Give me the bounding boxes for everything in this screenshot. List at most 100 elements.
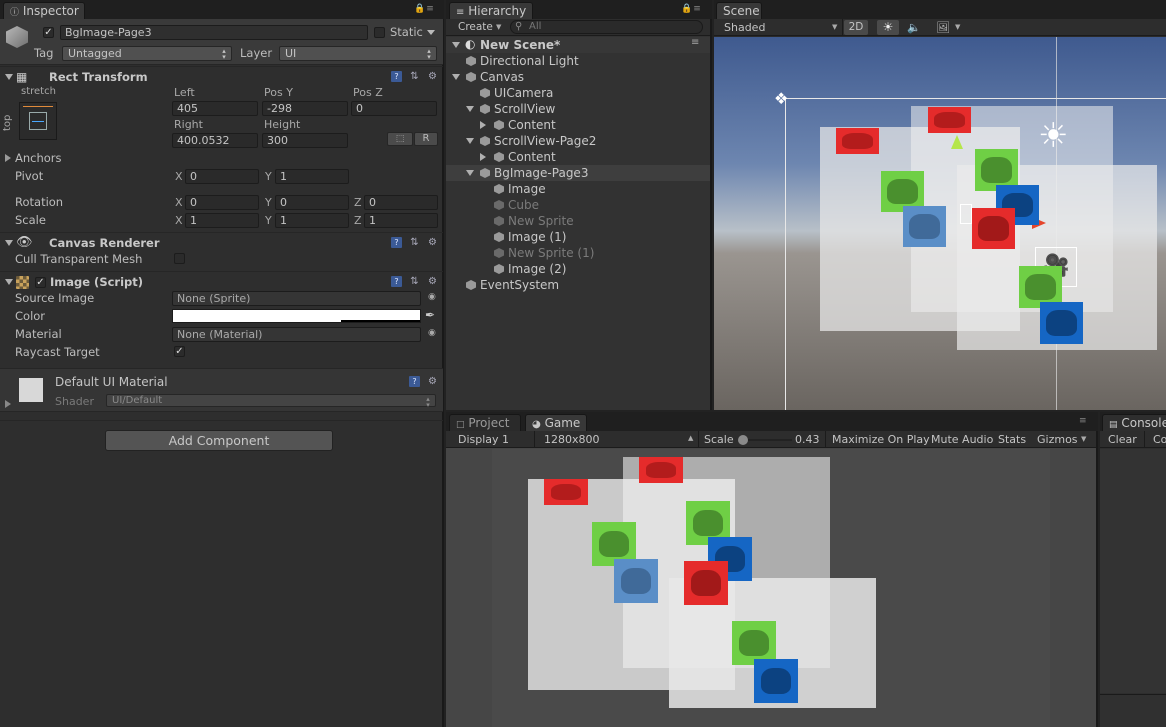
height-field[interactable]: 300 (262, 133, 348, 148)
raycast-target-checkbox[interactable]: ✓ (174, 346, 185, 357)
raw-edit-button[interactable]: R (414, 132, 438, 146)
color-swatch[interactable] (172, 309, 421, 323)
help-book-icon[interactable]: ? (391, 237, 402, 248)
console-log-area[interactable] (1100, 449, 1166, 693)
mute-audio-toggle[interactable]: Mute Audio (931, 433, 993, 446)
lighting-toggle-icon[interactable]: ☀ (877, 20, 899, 35)
tab-console[interactable]: ▤ Console (1102, 414, 1166, 431)
tag-dropdown[interactable]: Untagged (62, 46, 232, 61)
preset-icon[interactable]: ⇅ (409, 71, 420, 82)
hierarchy-item[interactable]: ScrollView (446, 101, 710, 117)
image-script-header[interactable]: ✓ Image (Script) ? ⇅ ⚙ (0, 271, 443, 291)
hierarchy-item[interactable]: Image (1) (446, 229, 710, 245)
game-viewport[interactable] (492, 449, 1050, 727)
blueprint-mode-button[interactable]: ⬚ (387, 132, 413, 146)
hierarchy-item[interactable]: New Sprite (446, 213, 710, 229)
image-script-foldout-arrow[interactable] (5, 279, 13, 285)
pivot-y-field[interactable]: 1 (275, 169, 349, 184)
scene-root-foldout-arrow[interactable] (452, 42, 460, 48)
help-book-icon[interactable]: ? (391, 276, 402, 287)
shader-dropdown[interactable]: UI/Default (106, 394, 436, 407)
hierarchy-item[interactable]: ScrollView-Page2 (446, 133, 710, 149)
eyedropper-icon[interactable]: ✒ (425, 308, 435, 322)
hierarchy-item[interactable]: New Sprite (1) (446, 245, 710, 261)
gear-icon[interactable]: ⚙ (427, 71, 438, 82)
scene-rect-handle[interactable] (960, 204, 972, 224)
hierarchy-item[interactable]: EventSystem (446, 277, 710, 293)
effects-dropdown-arrow[interactable]: ▼ (955, 23, 960, 31)
hierarchy-foldout-arrow[interactable] (466, 170, 474, 176)
canvas-renderer-header[interactable]: 👁 Canvas Renderer ? ⇅ ⚙ (0, 232, 443, 252)
source-image-field[interactable]: None (Sprite) (172, 291, 421, 306)
scene-menu-icon[interactable]: ≡ (691, 37, 699, 48)
static-dropdown-arrow[interactable] (427, 30, 435, 35)
rotation-z-field[interactable]: 0 (364, 195, 438, 210)
display-dropdown[interactable]: Display 1 (458, 433, 509, 446)
gear-icon[interactable]: ⚙ (427, 237, 438, 248)
anchors-foldout-arrow[interactable] (5, 154, 11, 162)
inspector-lock-menu-icon[interactable]: 🔒≡ (414, 4, 435, 14)
hierarchy-search-input[interactable]: ⚲ All (510, 20, 703, 34)
tab-project[interactable]: □ Project (449, 414, 521, 431)
hierarchy-foldout-arrow[interactable] (480, 153, 486, 161)
tab-game[interactable]: ◕ Game (525, 414, 587, 431)
hierarchy-foldout-arrow[interactable] (466, 138, 474, 144)
posz-field[interactable]: 0 (351, 101, 437, 116)
anchor-preset-button[interactable] (19, 102, 57, 140)
material-gear-icon[interactable]: ⚙ (427, 376, 438, 387)
scale-slider-thumb[interactable] (738, 435, 748, 445)
tab-inspector[interactable]: ⓘ Inspector (3, 2, 85, 19)
hierarchy-item[interactable]: Cube (446, 197, 710, 213)
right-field[interactable]: 400.0532 (172, 133, 258, 148)
hierarchy-item[interactable]: Image (446, 181, 710, 197)
move-gizmo-y-arrow[interactable] (951, 135, 963, 149)
scale-z-field[interactable]: 1 (364, 213, 438, 228)
hierarchy-item[interactable]: Canvas (446, 69, 710, 85)
rotation-x-field[interactable]: 0 (185, 195, 259, 210)
help-book-icon[interactable]: ? (391, 71, 402, 82)
console-clear-button[interactable]: Clear (1108, 433, 1137, 446)
hierarchy-item[interactable]: Content (446, 149, 710, 165)
anchor-pivot-handle[interactable]: ❖ (774, 89, 788, 108)
pivot-x-field[interactable]: 0 (185, 169, 259, 184)
stats-toggle[interactable]: Stats (998, 433, 1026, 446)
mode-2d-toggle[interactable]: 2D (844, 20, 868, 35)
create-dropdown[interactable]: Create (458, 21, 493, 33)
preset-icon[interactable]: ⇅ (409, 276, 420, 287)
shading-mode-dropdown[interactable]: Shaded (724, 21, 765, 34)
hierarchy-foldout-arrow[interactable] (466, 106, 474, 112)
anchors-label[interactable]: Anchors (15, 151, 62, 165)
scale-slider[interactable] (738, 435, 792, 445)
hierarchy-item[interactable]: Content (446, 117, 710, 133)
hierarchy-foldout-arrow[interactable] (452, 74, 460, 80)
scene-viewport[interactable]: ☀ 🎥 ❖ (714, 37, 1166, 410)
rect-transform-foldout-arrow[interactable] (5, 74, 13, 80)
gizmos-dropdown[interactable]: Gizmos (1037, 433, 1078, 446)
material-field[interactable]: None (Material) (172, 327, 421, 342)
maximize-on-play-toggle[interactable]: Maximize On Play (832, 433, 930, 446)
image-script-enabled-checkbox[interactable]: ✓ (35, 277, 46, 288)
hierarchy-item[interactable]: Directional Light (446, 53, 710, 69)
source-image-picker-icon[interactable]: ◉ (428, 292, 436, 302)
preset-icon[interactable]: ⇅ (409, 237, 420, 248)
material-foldout-arrow[interactable] (5, 400, 11, 408)
game-menu-icon[interactable]: ≡ (1079, 416, 1088, 426)
scale-x-field[interactable]: 1 (185, 213, 259, 228)
rect-transform-header[interactable]: ▦ Rect Transform ? ⇅ ⚙ (0, 66, 443, 86)
console-collapse-button[interactable]: Co (1153, 433, 1166, 446)
gear-icon[interactable]: ⚙ (427, 276, 438, 287)
tab-hierarchy[interactable]: ≡ Hierarchy (449, 2, 533, 19)
layer-dropdown[interactable]: UI (279, 46, 437, 61)
rotation-y-field[interactable]: 0 (275, 195, 349, 210)
material-help-book-icon[interactable]: ? (409, 376, 420, 387)
material-picker-icon[interactable]: ◉ (428, 328, 436, 338)
audio-toggle-icon[interactable]: 🔈 (907, 21, 921, 34)
add-component-button[interactable]: Add Component (105, 430, 333, 451)
object-name-field[interactable]: BgImage-Page3 (60, 25, 368, 40)
cull-transparent-mesh-checkbox[interactable] (174, 253, 185, 264)
left-field[interactable]: 405 (172, 101, 258, 116)
tab-scene[interactable]: Scene (716, 2, 762, 19)
object-active-checkbox[interactable]: ✓ (43, 27, 54, 38)
hierarchy-lock-menu-icon[interactable]: 🔒≡ (681, 4, 702, 14)
effects-toggle-icon[interactable]: 🖼 (936, 21, 950, 34)
